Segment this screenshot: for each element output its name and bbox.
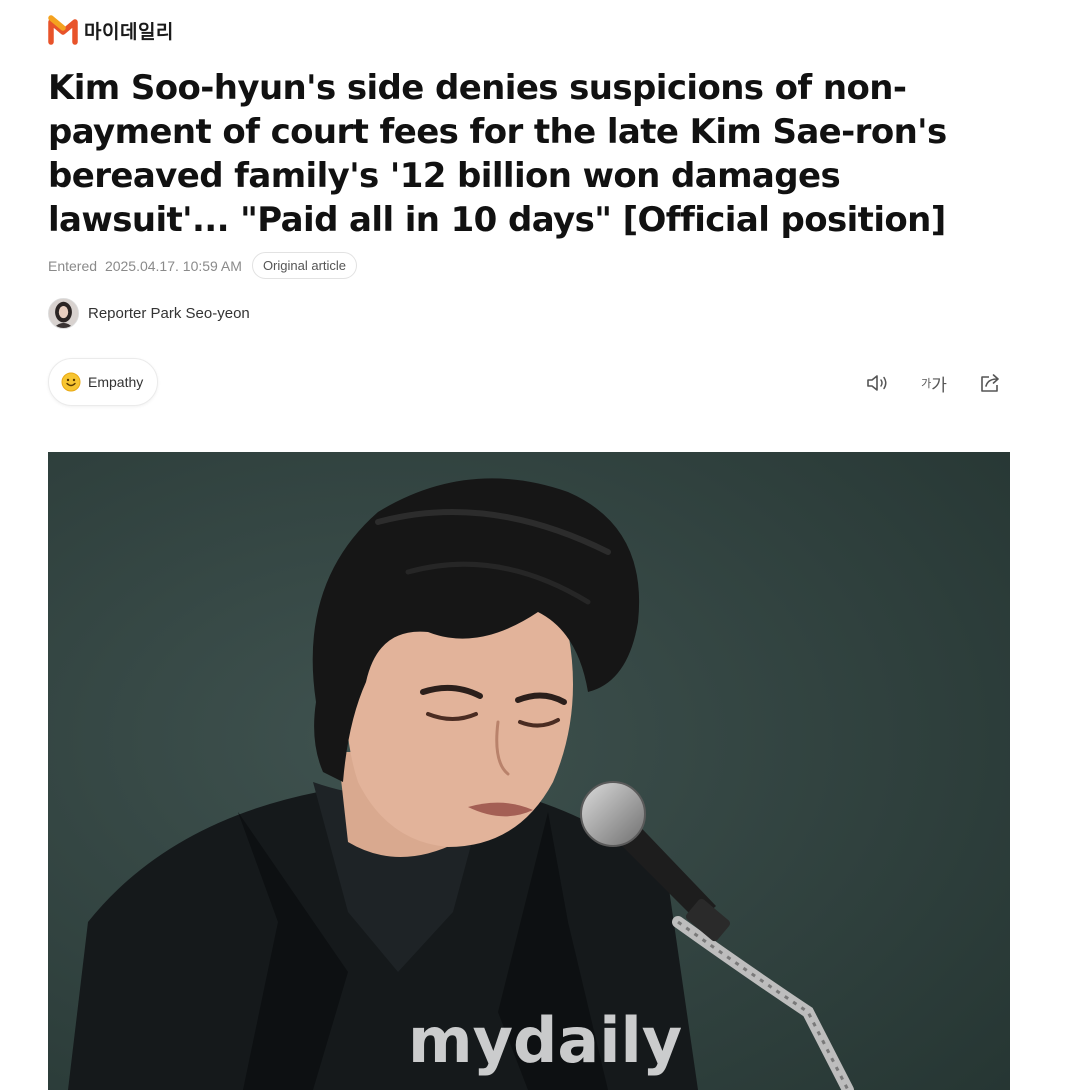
article-toolbar: 가가: [860, 366, 1008, 400]
speaker-icon: [867, 375, 887, 391]
reporter-byline[interactable]: Reporter Park Seo-yeon: [48, 298, 250, 329]
mydaily-watermark: mydaily: [408, 1004, 682, 1077]
article-photo: mydaily: [48, 452, 1010, 1090]
entered-date: Entered 2025.04.17. 10:59 AM: [48, 258, 242, 274]
reporter-name: Reporter Park Seo-yeon: [88, 305, 250, 322]
tts-button[interactable]: [860, 366, 896, 400]
smiley-icon: [61, 372, 81, 392]
empathy-button[interactable]: Empathy: [48, 358, 159, 406]
entered-label: Entered: [48, 257, 98, 274]
entered-datetime: 2025.04.17. 10:59 AM: [104, 257, 242, 274]
reporter-avatar: [48, 298, 79, 329]
share-icon: [981, 374, 999, 392]
publisher-name: 마이데일리: [84, 20, 174, 43]
article-page: 마이데일리 Kim Soo-hyun's side denies suspici…: [0, 0, 1068, 1090]
article-meta: Entered 2025.04.17. 10:59 AM Original ar…: [48, 252, 358, 279]
share-button[interactable]: [972, 366, 1008, 400]
font-size-large-glyph: 가: [931, 375, 947, 396]
font-size-small-glyph: 가: [921, 377, 932, 390]
press-conference-image: mydaily: [48, 452, 1010, 1090]
article-headline: Kim Soo-hyun's side denies suspicions of…: [48, 68, 947, 240]
publisher-header[interactable]: 마이데일리: [48, 14, 174, 46]
mydaily-logo-icon: [48, 15, 78, 45]
original-article-link[interactable]: Original article: [251, 252, 358, 279]
font-size-button[interactable]: 가가: [916, 366, 952, 400]
empathy-label: Empathy: [88, 374, 144, 390]
